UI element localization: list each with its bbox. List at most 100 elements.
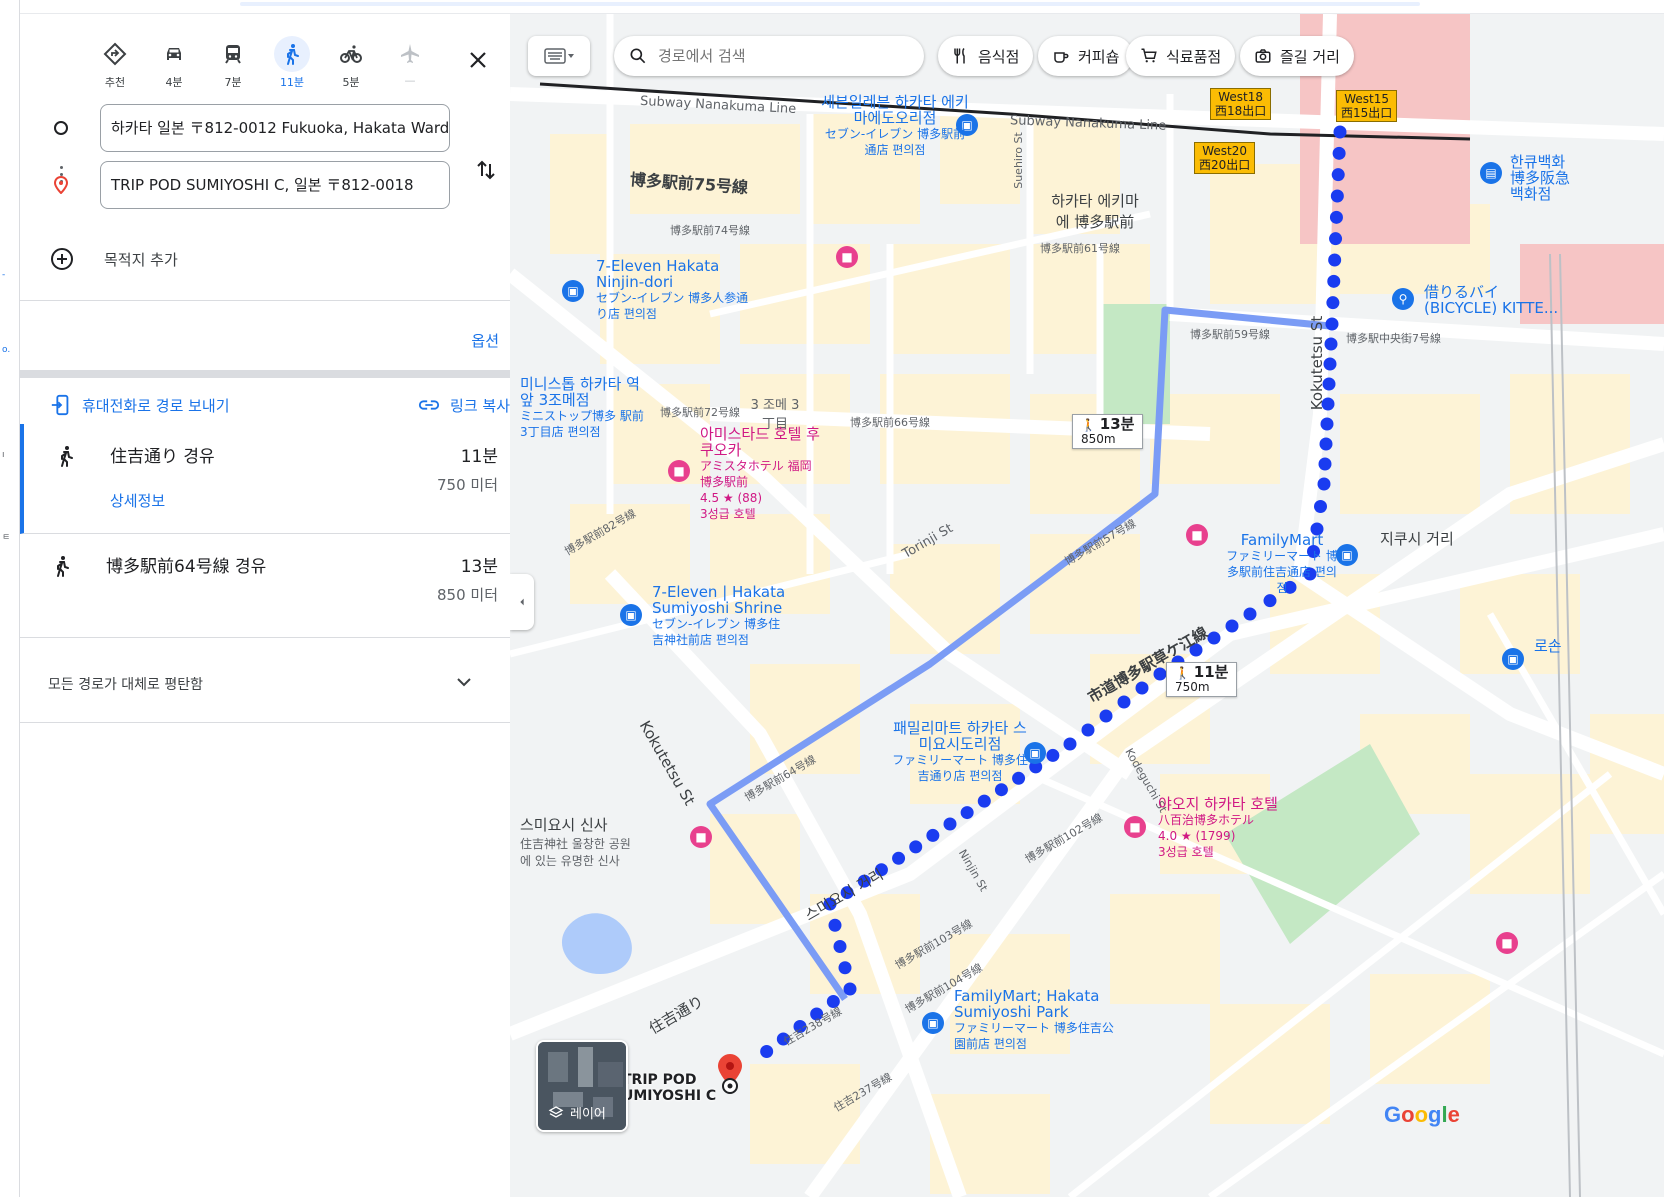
hotel-icon[interactable]: ■ <box>668 460 690 482</box>
map-canvas[interactable]: Subway Nanakuma Line Subway Nanakuma Lin… <box>510 14 1664 1197</box>
layers-label: 레이어 <box>548 1103 606 1122</box>
poi-class: 3성급 호텔 <box>700 507 756 521</box>
chip-label: 식료품점 <box>1166 47 1222 66</box>
destination-name-line1: TRIP POD <box>622 1072 697 1088</box>
hotel-icon[interactable]: ■ <box>1186 524 1208 546</box>
mode-transit-button[interactable]: 7분 <box>210 36 256 92</box>
poi-sumiyoshi-shrine[interactable]: 스미요시 신사 住吉神社 울창한 공원에 있는 유명한 신사 <box>520 814 640 869</box>
hotel-icon[interactable]: ■ <box>836 246 858 268</box>
send-to-phone-button[interactable]: 휴대전화로 경로 보내기 <box>50 394 230 416</box>
route-details-link[interactable]: 상세정보 <box>110 490 165 511</box>
route-dot <box>1331 168 1345 182</box>
options-link[interactable]: 옵션 <box>471 330 499 351</box>
poi-familymart[interactable]: FamilyMart ファミリーマート 博多駅前住吉通店 편의점 <box>1222 532 1342 596</box>
keyboard-button[interactable] <box>528 36 590 76</box>
poi-hankyu[interactable]: 한큐백화 博多阪急 백화점 <box>1510 154 1580 202</box>
route-option-2[interactable]: 博多駅前64号線 경유 13분 850 미터 <box>20 534 530 638</box>
close-directions-button[interactable] <box>460 42 496 78</box>
destination-name-line2: UMIYOSHI C <box>622 1088 717 1104</box>
road-label: 博多駅前61号線 <box>1040 242 1120 255</box>
route-dot <box>1135 681 1149 695</box>
directions-panel: 추천 4분 7분 11분 5분 — 하카타 일본 〒812-0012 Fukuo… <box>20 14 530 1197</box>
destination-pin-icon <box>53 176 69 194</box>
route-dot <box>1243 607 1257 621</box>
poi-lawson[interactable]: 로손 <box>1534 638 1574 654</box>
chevron-down-icon[interactable] <box>452 670 476 694</box>
poi-name: 미니스톱 하카타 역앞 3조메점 <box>520 375 640 409</box>
poi-subtitle: アミスタホテル 福岡 博多駅前 <box>700 459 812 489</box>
search-icon <box>630 48 646 64</box>
convenience-store-icon[interactable]: ▣ <box>1502 648 1524 670</box>
hotel-icon[interactable]: ■ <box>690 826 712 848</box>
destination-input[interactable]: TRIP POD SUMIYOSHI C, 일본 〒812-0018 <box>100 161 450 209</box>
origin-input[interactable]: 하카타 일본 〒812-0012 Fukuoka, Hakata Ward <box>100 104 450 152</box>
route-search-input[interactable] <box>658 47 898 65</box>
chip-restaurants[interactable]: 음식점 <box>938 36 1034 76</box>
hotel-icon[interactable]: ■ <box>1496 932 1518 954</box>
layers-button[interactable]: 레이어 <box>536 1040 628 1132</box>
mode-car-button[interactable]: 4분 <box>151 36 197 92</box>
mode-bike-button[interactable]: 5분 <box>328 36 374 92</box>
edge-mark: ㅌ <box>2 533 11 543</box>
poi-7eleven-ninjin[interactable]: 7-Eleven Hakata Ninjin-dori セブン-イレブン 博多人参… <box>596 258 756 322</box>
exit-name: West20 <box>1202 144 1248 158</box>
alt-route-tag[interactable]: 🚶 13분 850m <box>1072 414 1144 449</box>
chip-groceries[interactable]: 식료품점 <box>1126 36 1236 76</box>
route-dot <box>1081 723 1095 737</box>
route-distance: 850 미터 <box>437 586 498 604</box>
poi-seven-eleven-dori[interactable]: 세븐일레븐 하카타 에키마에도오리점 セブン-イレブン 博多駅前通店 편의점 <box>820 94 970 158</box>
convenience-store-icon[interactable]: ▣ <box>922 1012 944 1034</box>
layers-icon <box>548 1105 564 1118</box>
poi-name: FamilyMart <box>1240 531 1324 549</box>
route-dot <box>760 1045 774 1058</box>
poi-subtitle: セブン-イレブン 博多住吉神社前店 편의점 <box>652 617 781 647</box>
poi-familymart-park[interactable]: FamilyMart; Hakata Sumiyoshi Park ファミリーマー… <box>954 988 1114 1052</box>
poi-7eleven-shrine[interactable]: 7-Eleven | Hakata Sumiyoshi Shrine セブン-イレ… <box>652 584 792 648</box>
mode-walk-button[interactable]: 11분 <box>269 36 315 92</box>
route-dot <box>843 982 857 996</box>
poi-ministop[interactable]: 미니스톱 하카타 역앞 3조메점 ミニストップ博多 駅前3丁目店 편의점 <box>520 376 650 440</box>
poi-familymart-sumiyoshi[interactable]: 패밀리마트 하카타 스미요시도리점 ファミリーマート 博多住吉通り店 편의점 <box>890 720 1030 784</box>
poi-bicycle-rental[interactable]: 借りるバイ (BICYCLE) KITTE... <box>1424 284 1574 316</box>
route-dot <box>1330 189 1344 203</box>
route-dot <box>1329 232 1343 246</box>
route-search-box[interactable] <box>614 36 924 76</box>
edge-mark: - <box>2 270 6 280</box>
swap-arrows-icon <box>477 160 495 180</box>
horizontal-scrollbar[interactable] <box>240 2 1420 6</box>
poi-rating: 4.0 ★ (1799) <box>1158 829 1236 843</box>
route-dot <box>1328 253 1342 267</box>
mode-label: — <box>404 74 416 87</box>
poi-subtitle: ミニストップ博多 駅前3丁目店 편의점 <box>520 409 644 439</box>
convenience-store-icon[interactable]: ▣ <box>620 604 642 626</box>
department-store-icon[interactable]: ▤ <box>1480 162 1502 184</box>
hotel-icon[interactable]: ■ <box>1124 816 1146 838</box>
add-circle-icon <box>51 248 73 270</box>
poi-amistad-hotel[interactable]: 아미스타드 호텔 후쿠오카 アミスタホテル 福岡 博多駅前 4.5 ★ (88) 3성… <box>700 426 820 522</box>
street-label: Suehiro St <box>1011 132 1025 189</box>
station-exit-west20[interactable]: West20 西20出口 <box>1194 142 1256 174</box>
route-option-1[interactable]: 住吉通り 경유 11분 750 미터 상세정보 <box>20 424 530 534</box>
collapse-panel-button[interactable] <box>510 574 534 630</box>
add-destination-button[interactable]: 목적지 추가 <box>50 244 178 274</box>
mode-best-button[interactable]: 추천 <box>92 36 138 92</box>
poi-name: 패밀리마트 하카타 스미요시도리점 <box>893 719 1027 753</box>
edge-mark: o. <box>2 345 11 355</box>
route-dot <box>1324 337 1338 351</box>
convenience-store-icon[interactable]: ▣ <box>562 280 584 302</box>
copy-link-label: 링크 복사 <box>450 396 510 415</box>
share-row: 휴대전화로 경로 보내기 링크 복사 <box>50 394 510 424</box>
mode-flight-button[interactable]: — <box>387 36 433 92</box>
poi-yaoji-hotel[interactable]: 야오지 하카타 호텔 八百治博多ホテル 4.0 ★ (1799) 3성급 호텔 <box>1158 796 1308 860</box>
poi-subtitle: セブン-イレブン 博多駅前通店 편의점 <box>824 127 966 157</box>
poi-subtitle: 住吉神社 울창한 공원에 있는 유명한 신사 <box>520 837 631 868</box>
station-exit-west15[interactable]: West15 西15出口 <box>1336 90 1398 122</box>
chip-things-to-do[interactable]: 즐길 거리 <box>1240 36 1354 76</box>
copy-link-button[interactable]: 링크 복사 <box>418 394 510 416</box>
swap-locations-button[interactable] <box>470 154 502 186</box>
main-route-tag[interactable]: 🚶 11분 750m <box>1166 662 1238 697</box>
bicycle-rental-icon[interactable]: ⚲ <box>1392 288 1414 310</box>
road-label: 博多駅前74号線 <box>670 224 750 237</box>
chip-coffee[interactable]: 커피숍 <box>1038 36 1134 76</box>
route-dot <box>909 840 923 854</box>
